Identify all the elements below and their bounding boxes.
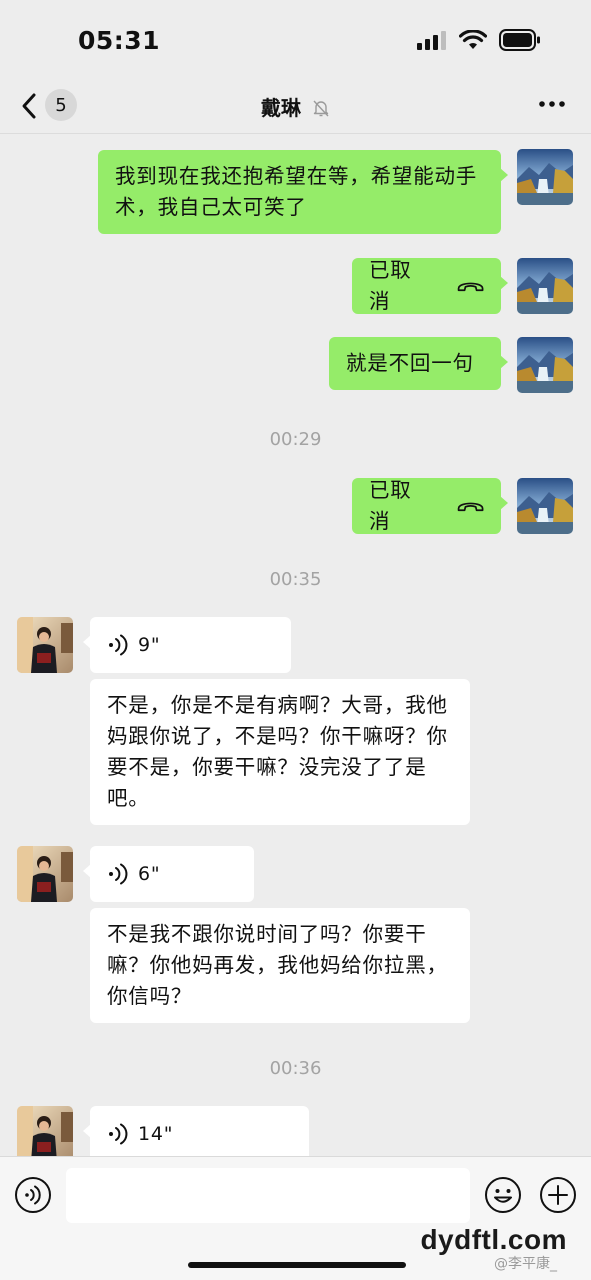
contact-avatar[interactable] <box>17 617 73 673</box>
message-input[interactable] <box>66 1168 470 1223</box>
message-bubble-self[interactable]: 就是不回一句 <box>329 337 508 390</box>
time-divider: 00:29 <box>269 429 322 450</box>
status-bar: 05:31 <box>0 0 591 80</box>
mute-bell-icon <box>313 100 329 117</box>
chat-title[interactable]: 戴琳 <box>0 92 591 121</box>
person-avatar-image <box>17 617 73 673</box>
voice-duration: 14" <box>138 1122 174 1145</box>
person-avatar-image <box>17 1106 73 1162</box>
message-bubble-other[interactable]: 不是我不跟你说时间了吗？你要干嘛？你他妈再发，我他妈给你拉黑，你信吗？ <box>90 908 470 1023</box>
hang-up-icon <box>457 502 484 512</box>
landscape-avatar-image <box>517 258 573 314</box>
self-avatar[interactable] <box>517 149 573 205</box>
message-text: 我到现在我还抱希望在等，希望能动手术，我自己太可笑了 <box>115 164 478 219</box>
emoji-icon[interactable] <box>484 1176 522 1214</box>
contact-avatar[interactable] <box>17 846 73 902</box>
voice-wave-icon <box>109 863 128 885</box>
call-status-text: 已取消 <box>369 478 412 533</box>
message-text: 就是不回一句 <box>346 351 474 375</box>
landscape-avatar-image <box>517 478 573 534</box>
contact-avatar[interactable] <box>17 1106 73 1162</box>
call-status-text: 已取消 <box>369 258 412 313</box>
voice-duration: 9" <box>138 633 161 656</box>
battery-icon <box>499 29 540 51</box>
plus-icon[interactable] <box>539 1176 577 1214</box>
watermark-text: dydftl.com <box>420 1224 567 1255</box>
home-indicator <box>188 1262 406 1268</box>
message-text: 不是我不跟你说时间了吗？你要干嘛？你他妈再发，我他妈给你拉黑，你信吗？ <box>107 922 448 1008</box>
message-text: 不是，你是不是有病啊？大哥，我他妈跟你说了，不是吗？你干嘛呀？你要不是，你要干嘛… <box>107 693 448 810</box>
status-time: 05:31 <box>78 26 161 55</box>
voice-message-bubble[interactable]: 9" <box>83 617 291 673</box>
landscape-avatar-image <box>517 337 573 393</box>
self-avatar[interactable] <box>517 478 573 534</box>
voice-wave-icon <box>109 1123 128 1145</box>
self-avatar[interactable] <box>517 337 573 393</box>
voice-wave-icon <box>109 634 128 656</box>
self-avatar[interactable] <box>517 258 573 314</box>
more-icon[interactable] <box>537 94 567 114</box>
hang-up-icon <box>457 282 484 292</box>
message-bubble-self[interactable]: 我到现在我还抱希望在等，希望能动手术，我自己太可笑了 <box>98 150 508 234</box>
chat-header: 5 戴琳 <box>0 80 591 134</box>
voice-message-bubble[interactable]: 14" <box>83 1106 309 1162</box>
weibo-tag: @李平康_ <box>494 1256 557 1272</box>
message-bubble-other[interactable]: 不是，你是不是有病啊？大哥，我他妈跟你说了，不是吗？你干嘛呀？你要不是，你要干嘛… <box>90 679 470 825</box>
person-avatar-image <box>17 846 73 902</box>
cellular-signal-icon <box>417 31 446 50</box>
call-record-bubble[interactable]: 已取消 <box>352 478 508 534</box>
voice-duration: 6" <box>138 862 161 885</box>
voice-message-bubble[interactable]: 6" <box>83 846 254 902</box>
voice-input-icon[interactable] <box>14 1176 52 1214</box>
call-record-bubble[interactable]: 已取消 <box>352 258 508 314</box>
status-icons <box>417 29 541 51</box>
landscape-avatar-image <box>517 149 573 205</box>
time-divider: 00:35 <box>269 569 322 590</box>
time-divider: 00:36 <box>269 1058 322 1079</box>
contact-name: 戴琳 <box>261 96 302 120</box>
wifi-icon <box>459 30 487 49</box>
